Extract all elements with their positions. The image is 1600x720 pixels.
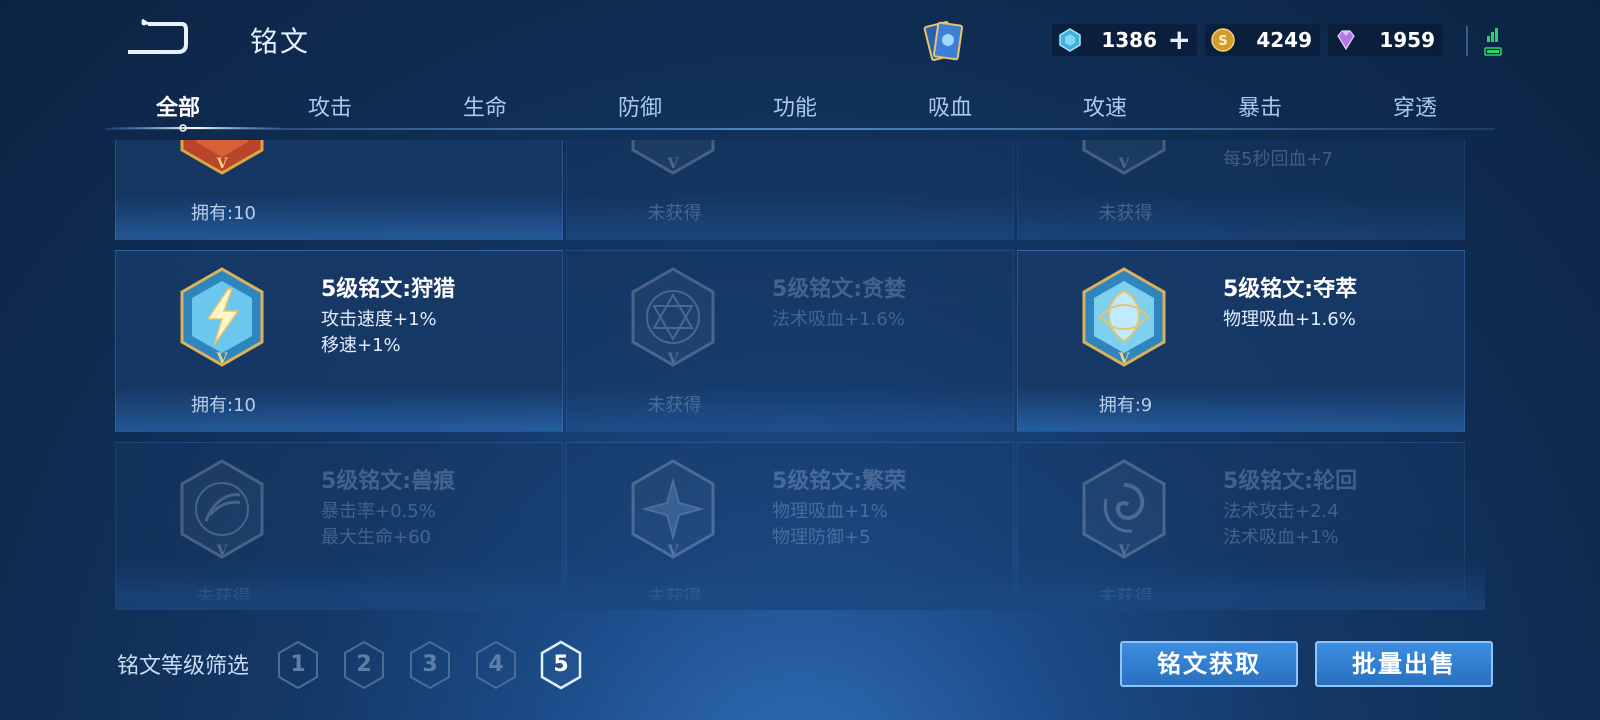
- inscription-card-prosperity[interactable]: V 5级铭文:繁荣 物理吸血+1% 物理防御+5 未获得: [566, 442, 1014, 600]
- inscription-card-reincarnation[interactable]: V 5级铭文:轮回 法术攻击+2.4 法术吸血+1% 未获得: [1017, 442, 1465, 600]
- inscription-card[interactable]: V 拥有:10: [115, 140, 563, 240]
- inscription-attribute: 法术吸血+1%: [1223, 527, 1339, 548]
- inscription-name: 5级铭文:贪婪: [772, 277, 907, 302]
- tab-divider: [105, 128, 1495, 130]
- gold-currency: S 4249: [1205, 24, 1320, 56]
- owned-count: 未获得: [1098, 587, 1153, 600]
- svg-text:V: V: [216, 351, 229, 367]
- page-title: 铭文: [250, 25, 311, 58]
- inscription-grid: V 拥有:10 V 未获得 V 每5秒回血+7 未获得 V 5级铭文:狩猎 攻击…: [115, 140, 1485, 600]
- inscription-attribute: 最大生命+60: [321, 527, 431, 548]
- claw-emblem-icon: V: [180, 459, 264, 559]
- svg-text:S: S: [1218, 34, 1227, 49]
- svg-text:V: V: [1118, 543, 1131, 559]
- spiral-emblem-icon: V: [1082, 459, 1166, 559]
- level-number: 5: [553, 652, 569, 677]
- lightning-emblem-icon: V: [180, 267, 264, 367]
- inscription-attribute: 法术吸血+1.6%: [772, 309, 905, 330]
- inscription-emblem-icon: V: [631, 140, 715, 175]
- card-deck-icon[interactable]: [918, 18, 970, 66]
- level-filter-5-button[interactable]: 5: [539, 640, 583, 690]
- inscription-attribute: 物理吸血+1%: [772, 501, 888, 522]
- svg-text:V: V: [667, 156, 680, 172]
- level-filter-label: 铭文等级筛选: [117, 654, 250, 679]
- tab-lifesteal[interactable]: 吸血: [895, 90, 1005, 122]
- owned-count: 未获得: [647, 203, 702, 224]
- acquire-inscription-button[interactable]: 铭文获取: [1120, 641, 1298, 687]
- svg-text:V: V: [216, 543, 229, 559]
- owned-count: 拥有:9: [1098, 395, 1153, 416]
- add-diamond-button[interactable]: +: [1168, 26, 1191, 54]
- inscription-card[interactable]: V 每5秒回血+7 未获得: [1017, 140, 1465, 240]
- signal-battery-icon: [1466, 26, 1502, 56]
- diamond-amount: 1386: [1101, 28, 1157, 52]
- hexagram-emblem-icon: V: [631, 267, 715, 367]
- knot-emblem-icon: V: [1082, 267, 1166, 367]
- level-filter-2-button[interactable]: 2: [342, 640, 386, 690]
- tab-defense[interactable]: 防御: [585, 90, 695, 122]
- level-number: 4: [488, 652, 504, 677]
- star-emblem-icon: V: [631, 459, 715, 559]
- level-filter-4-button[interactable]: 4: [474, 640, 518, 690]
- gem-currency: 1959: [1328, 24, 1443, 56]
- inscription-attribute: 法术攻击+2.4: [1223, 501, 1339, 522]
- owned-count: 未获得: [196, 587, 251, 600]
- svg-text:V: V: [667, 351, 680, 367]
- svg-text:V: V: [216, 156, 229, 172]
- bulk-sell-button[interactable]: 批量出售: [1315, 641, 1493, 687]
- level-filter-3-button[interactable]: 3: [408, 640, 452, 690]
- svg-text:V: V: [667, 543, 680, 559]
- inscription-card-hunting[interactable]: V 5级铭文:狩猎 攻击速度+1% 移速+1% 拥有:10: [115, 250, 563, 432]
- gem-icon: [1337, 30, 1355, 51]
- inscription-attribute: 攻击速度+1%: [321, 309, 437, 330]
- level-number: 1: [290, 652, 306, 677]
- inscription-name: 5级铭文:夺萃: [1223, 277, 1358, 302]
- inscription-attribute: 暴击率+0.5%: [321, 501, 436, 522]
- inscription-card-greed[interactable]: V 5级铭文:贪婪 法术吸血+1.6% 未获得: [566, 250, 1014, 432]
- inscription-attribute: 移速+1%: [321, 335, 401, 356]
- tab-critical[interactable]: 暴击: [1205, 90, 1315, 122]
- tab-utility[interactable]: 功能: [740, 90, 850, 122]
- inscription-attribute: 物理防御+5: [772, 527, 871, 548]
- inscription-card-plunder[interactable]: V 5级铭文:夺萃 物理吸血+1.6% 拥有:9: [1017, 250, 1465, 432]
- tab-attack[interactable]: 攻击: [275, 90, 385, 122]
- tab-penetration[interactable]: 穿透: [1360, 90, 1470, 122]
- active-tab-indicator: [105, 124, 285, 132]
- back-arrow-icon[interactable]: [120, 18, 190, 58]
- svg-text:V: V: [1118, 156, 1131, 172]
- inscription-name: 5级铭文:狩猎: [321, 277, 456, 302]
- svg-text:V: V: [1118, 351, 1131, 367]
- owned-count: 拥有:10: [191, 395, 256, 416]
- inscription-name: 5级铭文:兽痕: [321, 469, 456, 494]
- owned-count: 未获得: [647, 587, 702, 600]
- category-tabs: 全部 攻击 生命 防御 功能 吸血 攻速 暴击 穿透: [105, 86, 1495, 130]
- diamond-icon: [1059, 28, 1081, 52]
- inscription-emblem-icon: V: [180, 140, 264, 175]
- inscription-attribute: 每5秒回血+7: [1223, 149, 1333, 170]
- tab-all[interactable]: 全部: [123, 90, 233, 122]
- level-number: 2: [356, 652, 372, 677]
- gold-coin-icon: S: [1211, 28, 1235, 52]
- inscription-emblem-icon: V: [1082, 140, 1166, 175]
- tab-attack-speed[interactable]: 攻速: [1050, 90, 1160, 122]
- inscription-card[interactable]: V 未获得: [566, 140, 1014, 240]
- owned-count: 拥有:10: [191, 203, 256, 224]
- inscription-name: 5级铭文:轮回: [1223, 469, 1358, 494]
- level-number: 3: [422, 652, 438, 677]
- inscription-card-beast-mark[interactable]: V 5级铭文:兽痕 暴击率+0.5% 最大生命+60 未获得: [115, 442, 563, 600]
- inscription-name: 5级铭文:繁荣: [772, 469, 907, 494]
- gold-amount: 4249: [1256, 28, 1312, 52]
- owned-count: 未获得: [1098, 203, 1153, 224]
- gem-amount: 1959: [1379, 28, 1435, 52]
- level-filter-1-button[interactable]: 1: [276, 640, 320, 690]
- tab-health[interactable]: 生命: [430, 90, 540, 122]
- inscription-attribute: 物理吸血+1.6%: [1223, 309, 1356, 330]
- diamond-currency: 1386 +: [1052, 24, 1197, 56]
- top-bar: 铭文 1386 + S 4249 1959: [0, 0, 1600, 80]
- owned-count: 未获得: [647, 395, 702, 416]
